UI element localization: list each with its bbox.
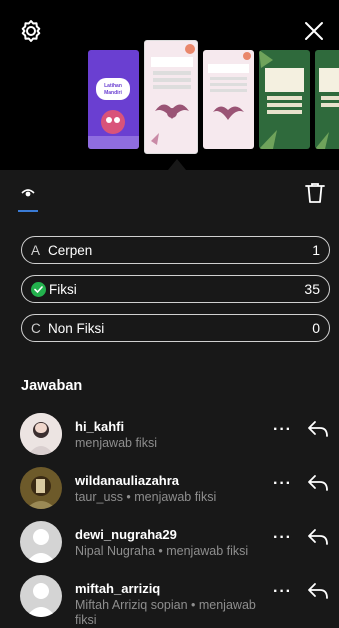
reply-icon[interactable] [307,420,329,443]
story-thumbnail-5[interactable] [315,50,339,149]
settings-gear-icon[interactable] [18,18,44,44]
more-options-icon[interactable]: ··· [273,421,292,439]
more-options-icon[interactable]: ··· [273,475,292,493]
svg-text:Mandiri: Mandiri [104,90,122,96]
selected-caret [168,159,186,170]
answer-detail: Miftah Arriziq sopian • menjawab fiksi [75,598,256,627]
avatar[interactable] [20,521,62,563]
answer-detail: taur_uss • menjawab fiksi [75,490,217,504]
option-c[interactable]: C Non Fiksi 0 [21,314,330,342]
option-b-correct[interactable]: Fiksi 35 [21,275,330,303]
option-a[interactable]: A Cerpen 1 [21,236,330,264]
username[interactable]: wildanauliazahra [75,473,179,488]
reply-icon[interactable] [307,582,329,605]
option-count: 35 [304,281,320,297]
answers-title: Jawaban [21,378,83,394]
story-thumbnails: Latihan Mandiri [88,40,339,158]
username[interactable]: hi_kahfi [75,419,124,434]
toolbar [0,180,339,218]
option-count: 1 [312,242,320,258]
story-thumbnail-2-selected[interactable] [144,40,198,154]
reply-icon[interactable] [307,474,329,497]
username[interactable]: miftah_arriziq [75,581,160,596]
list-item[interactable]: dewi_nugraha29 Nipal Nugraha • menjawab … [20,517,339,571]
poll-results-panel: A Cerpen 1 Fiksi 35 C Non Fiksi 0 Jawaba… [0,170,339,628]
trash-icon[interactable] [305,182,325,209]
eye-icon[interactable] [18,184,38,212]
option-label: Non Fiksi [48,320,105,336]
avatar[interactable] [20,467,62,509]
poll-options: A Cerpen 1 Fiksi 35 C Non Fiksi 0 [21,236,330,353]
list-item[interactable]: wildanauliazahra taur_uss • menjawab fik… [20,463,339,517]
more-options-icon[interactable]: ··· [273,529,292,547]
list-item[interactable]: hi_kahfi menjawab fiksi ··· [20,409,339,463]
story-preview-strip: Latihan Mandiri [0,0,339,170]
username[interactable]: dewi_nugraha29 [75,527,177,542]
avatar[interactable] [20,413,62,455]
story-thumbnail-4[interactable] [259,50,310,149]
story-thumbnail-3[interactable] [203,50,254,149]
avatar[interactable] [20,575,62,617]
option-label: Fiksi [49,281,77,297]
more-options-icon[interactable]: ··· [273,583,292,601]
answer-detail: Nipal Nugraha • menjawab fiksi [75,544,249,558]
option-count: 0 [312,320,320,336]
list-item[interactable]: miftah_arriziq Miftah Arriziq sopian • m… [20,571,339,627]
answer-detail: menjawab fiksi [75,436,157,450]
option-letter: C [31,320,41,336]
answers-list: hi_kahfi menjawab fiksi ··· wildanauliaz… [20,409,339,627]
svg-text:Latihan: Latihan [104,83,122,89]
option-label: Cerpen [48,242,93,258]
check-icon [31,281,46,297]
option-letter: A [31,242,41,258]
story-thumbnail-1[interactable]: Latihan Mandiri [88,50,139,149]
reply-icon[interactable] [307,528,329,551]
